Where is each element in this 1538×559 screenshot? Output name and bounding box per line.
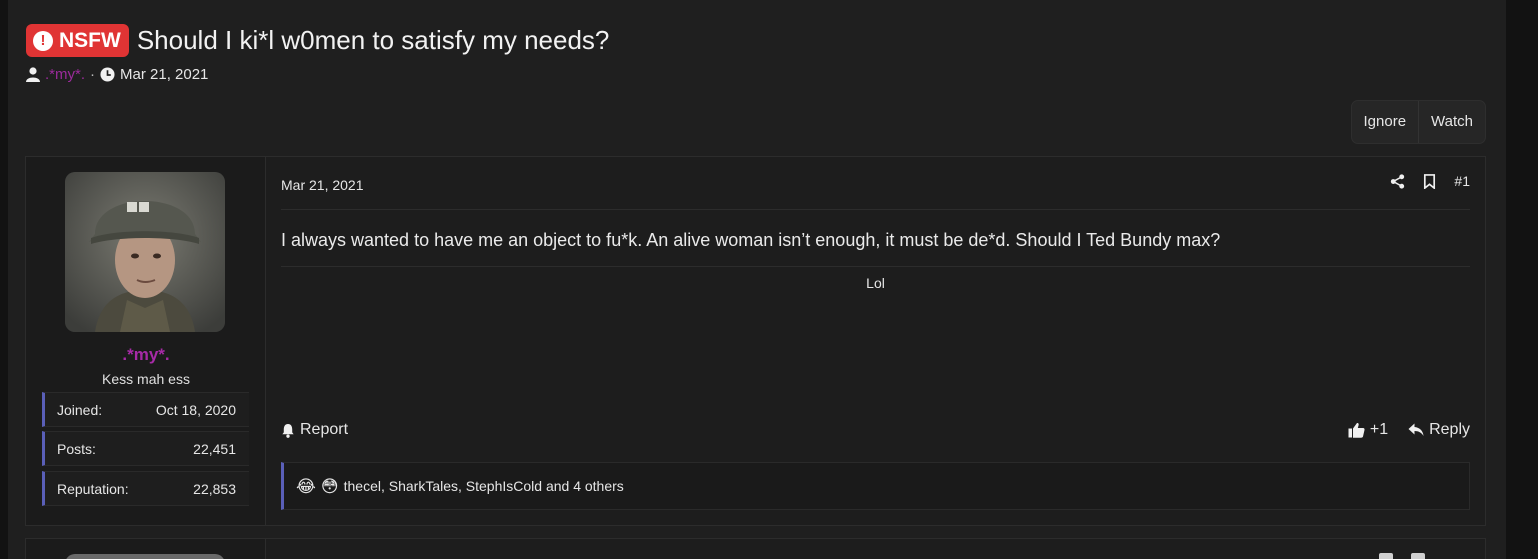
thread-author-link[interactable]: .*my*. — [45, 66, 85, 83]
report-button[interactable]: Report — [281, 421, 348, 439]
reply-button[interactable]: Reply — [1408, 421, 1470, 439]
thread-title: Should I ki*l w0men to satisfy my needs? — [136, 25, 610, 55]
reply-label: Reply — [1429, 421, 1470, 438]
thread-page: ! NSFW Should I ki*l w0men to satisfy my… — [8, 0, 1506, 559]
post-number-link[interactable]: #1 — [1454, 173, 1470, 189]
bookmark-icon[interactable] — [1423, 173, 1436, 189]
report-label: Report — [300, 421, 349, 438]
thread-title-row: ! NSFW Should I ki*l w0men to satisfy my… — [26, 24, 609, 57]
share-icon[interactable] — [1379, 553, 1393, 559]
watch-button[interactable]: Watch — [1418, 101, 1485, 143]
avatar[interactable] — [65, 554, 225, 559]
post-actions-right: +1 Reply — [1348, 421, 1470, 439]
avatar-image — [65, 172, 225, 332]
nsfw-badge-label: NSFW — [59, 28, 121, 52]
ignore-button[interactable]: Ignore — [1352, 101, 1419, 143]
thread-date-link[interactable]: Mar 21, 2021 — [120, 66, 208, 83]
stat-value: 22,853 — [193, 480, 236, 497]
stat-label: Joined: — [57, 401, 103, 418]
user-title: Kess mah ess — [102, 371, 190, 387]
post-tools — [1379, 553, 1425, 559]
bell-icon — [282, 423, 294, 438]
post-main: Mar 21, 2021 #1 I always wanted to have … — [266, 157, 1485, 525]
post-body: I always wanted to have me an object to … — [281, 230, 1221, 250]
joy-emoji-icon: 😂 — [296, 476, 316, 496]
reactions-text[interactable]: thecel, SharkTales, StephIsCold and 4 ot… — [344, 478, 624, 494]
meta-separator: · — [90, 66, 96, 83]
post-username[interactable]: .*my*. — [26, 345, 266, 365]
divider — [281, 209, 1470, 210]
like-count: +1 — [1369, 421, 1389, 438]
post-signature: Lol — [866, 275, 885, 291]
bookmark-icon[interactable] — [1411, 553, 1425, 559]
flushed-emoji-icon: 😳 — [320, 476, 339, 496]
user-icon — [26, 67, 40, 82]
thread-button-group: Ignore Watch — [1350, 100, 1486, 144]
stat-posts: Posts: 22,451 — [42, 431, 249, 466]
stat-joined: Joined: Oct 18, 2020 — [42, 392, 249, 427]
post-user-panel: .*my*. Kess mah ess Joined: Oct 18, 2020… — [26, 157, 266, 525]
stat-label: Reputation: — [57, 480, 129, 497]
like-button[interactable]: +1 — [1348, 421, 1388, 439]
nsfw-badge: ! NSFW — [26, 24, 129, 57]
share-icon[interactable] — [1390, 173, 1405, 189]
reply-icon — [1408, 423, 1424, 436]
stat-value: Oct 18, 2020 — [155, 401, 236, 418]
stat-value: 22,451 — [193, 440, 236, 457]
reactions-bar[interactable]: 😂 😳 thecel, SharkTales, StephIsCold and … — [281, 462, 1470, 510]
stat-label: Posts: — [57, 440, 96, 457]
signature-divider — [281, 266, 1470, 267]
avatar[interactable] — [65, 172, 225, 332]
thread-meta: .*my*. · Mar 21, 2021 — [26, 66, 208, 83]
exclamation-circle-icon: ! — [33, 30, 53, 51]
post-user-panel — [26, 539, 266, 559]
thumbs-up-icon — [1348, 422, 1365, 438]
post-tools: #1 — [1390, 173, 1470, 189]
post-date-link[interactable]: Mar 21, 2021 — [281, 177, 364, 193]
post-1: .*my*. Kess mah ess Joined: Oct 18, 2020… — [25, 156, 1486, 526]
clock-icon — [100, 67, 115, 82]
post-actions: Report +1 Reply — [281, 421, 1470, 439]
post-2 — [25, 538, 1486, 559]
stat-reputation: Reputation: 22,853 — [42, 471, 249, 506]
